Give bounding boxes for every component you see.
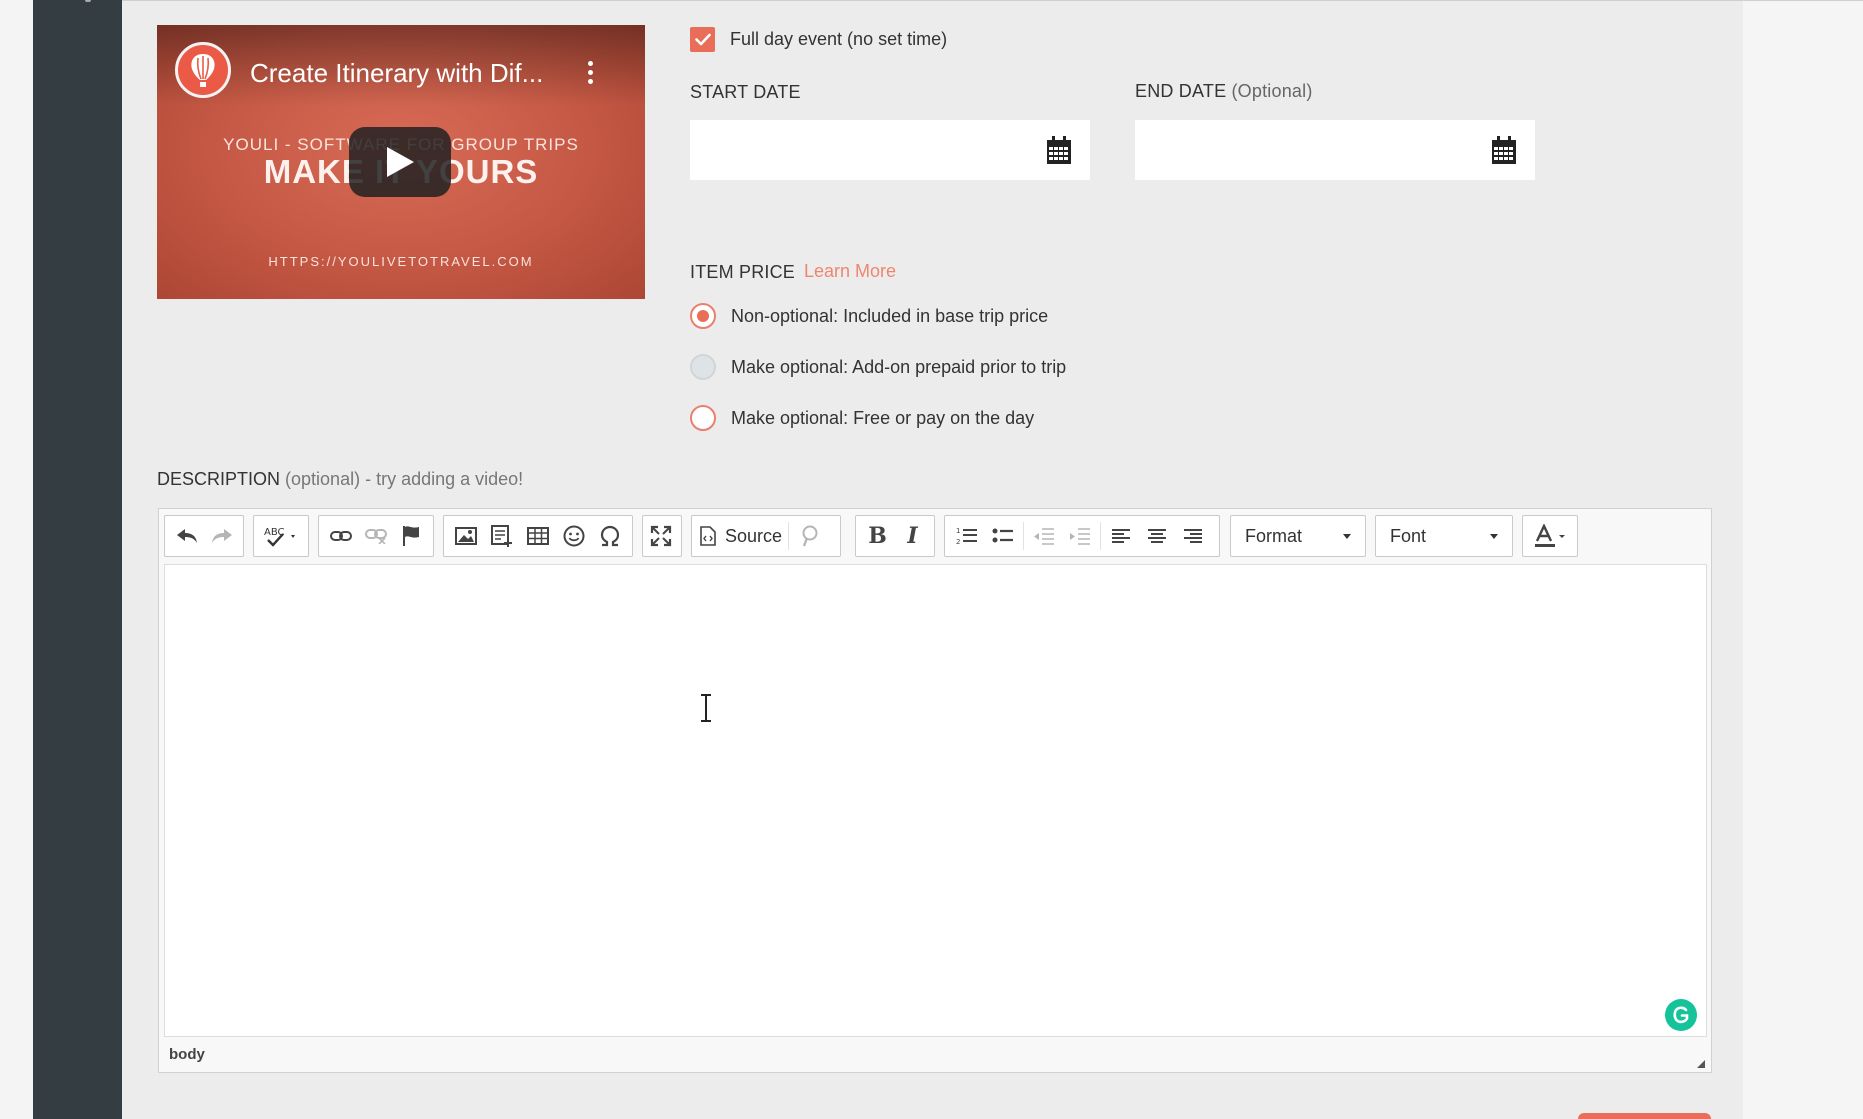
- learn-more-link[interactable]: Learn More: [804, 261, 896, 282]
- sidebar-handle: [85, 0, 91, 2]
- video-title[interactable]: Create Itinerary with Dif...: [250, 58, 543, 89]
- end-date-label-text: END DATE: [1135, 81, 1227, 101]
- full-day-checkbox[interactable]: [690, 27, 715, 52]
- source-label: Source: [725, 525, 783, 546]
- unlink-icon[interactable]: [358, 518, 393, 554]
- element-path[interactable]: body: [169, 1046, 205, 1063]
- calendar-icon[interactable]: [1046, 135, 1072, 165]
- font-dropdown[interactable]: Font: [1375, 515, 1513, 557]
- price-option-free-or-pay[interactable]: Make optional: Free or pay on the day: [690, 405, 1034, 431]
- description-label: DESCRIPTION (optional) - try adding a vi…: [157, 469, 523, 490]
- description-hint: (optional) - try adding a video!: [285, 469, 524, 489]
- spellcheck-icon[interactable]: ABC: [258, 518, 304, 554]
- left-sidebar: [33, 0, 122, 1119]
- full-day-toggle[interactable]: Full day event (no set time): [690, 27, 947, 52]
- format-dropdown[interactable]: Format: [1230, 515, 1366, 557]
- toolbar-group-basic-styles: B I: [855, 515, 935, 557]
- editor-content-area[interactable]: [164, 564, 1707, 1037]
- toolbar-separator: [1023, 522, 1024, 550]
- price-option-label: Non-optional: Included in base trip pric…: [731, 305, 1049, 326]
- align-center-icon[interactable]: [1139, 518, 1175, 554]
- toolbar-group-maximize: [642, 515, 682, 557]
- align-left-icon[interactable]: [1103, 518, 1139, 554]
- link-icon[interactable]: [323, 518, 358, 554]
- calendar-icon[interactable]: [1491, 135, 1517, 165]
- toolbar-group-source: Source: [691, 515, 841, 557]
- undo-icon[interactable]: [169, 518, 204, 554]
- special-character-icon[interactable]: [592, 518, 628, 554]
- right-gutter: [1743, 0, 1863, 1119]
- toolbar-group-history: [164, 515, 244, 557]
- start-date-input[interactable]: [690, 120, 1090, 180]
- format-dropdown-label: Format: [1245, 525, 1303, 546]
- toolbar-separator: [1100, 522, 1101, 550]
- video-more-icon[interactable]: [585, 61, 595, 91]
- rich-text-editor: ABC Source B I 1 2 Format Font body: [158, 508, 1712, 1073]
- start-date-label: START DATE: [690, 82, 801, 102]
- auto-format-icon[interactable]: [791, 518, 827, 554]
- svg-text:1: 1: [956, 527, 960, 535]
- toolbar-group-links: [318, 515, 434, 557]
- italic-icon[interactable]: I: [895, 518, 930, 554]
- align-right-icon[interactable]: [1175, 518, 1211, 554]
- toolbar-group-insert: [443, 515, 633, 557]
- save-button[interactable]: [1578, 1113, 1711, 1119]
- end-date-input[interactable]: [1135, 120, 1535, 180]
- maximize-icon[interactable]: [643, 518, 679, 554]
- svg-text:2: 2: [956, 538, 960, 546]
- toolbar-separator: [788, 522, 790, 550]
- item-price-label: ITEM PRICE: [690, 262, 796, 282]
- price-option-non-optional[interactable]: Non-optional: Included in base trip pric…: [690, 303, 1048, 329]
- price-option-label: Make optional: Add-on prepaid prior to t…: [731, 356, 1067, 377]
- description-label-text: DESCRIPTION: [157, 469, 281, 489]
- toolbar-group-spellcheck: ABC: [253, 515, 309, 557]
- anchor-flag-icon[interactable]: [394, 518, 429, 554]
- chevron-down-icon: [1490, 533, 1498, 539]
- radio-button[interactable]: [690, 354, 716, 380]
- radio-selected-dot: [697, 310, 709, 322]
- play-icon: [387, 147, 414, 177]
- full-day-label: Full day event (no set time): [730, 29, 948, 49]
- font-dropdown-label: Font: [1390, 525, 1427, 546]
- grammarly-icon[interactable]: [1665, 999, 1697, 1031]
- source-icon: [700, 526, 716, 546]
- channel-logo-icon[interactable]: [175, 42, 231, 98]
- resize-handle-icon[interactable]: [1697, 1060, 1705, 1068]
- indent-icon[interactable]: [1062, 518, 1098, 554]
- smiley-icon[interactable]: [556, 518, 592, 554]
- toolbar-group-paragraph: 12: [944, 515, 1220, 557]
- insert-template-icon[interactable]: [484, 518, 520, 554]
- video-url: HTTPS://YOULIVETOTRAVEL.COM: [268, 254, 534, 269]
- source-button[interactable]: Source: [696, 518, 786, 554]
- video-embed[interactable]: Create Itinerary with Dif... YOULI - SOF…: [157, 25, 645, 299]
- price-option-label: Make optional: Free or pay on the day: [731, 407, 1035, 428]
- bold-icon[interactable]: B: [860, 518, 895, 554]
- bulleted-list-icon[interactable]: [985, 518, 1021, 554]
- end-date-optional: (Optional): [1231, 81, 1313, 101]
- redo-icon[interactable]: [204, 518, 239, 554]
- outdent-icon[interactable]: [1026, 518, 1062, 554]
- numbered-list-icon[interactable]: 12: [949, 518, 985, 554]
- play-button[interactable]: [349, 127, 451, 197]
- radio-button[interactable]: [690, 303, 716, 329]
- end-date-label: END DATE (Optional): [1135, 81, 1313, 102]
- table-icon[interactable]: [520, 518, 556, 554]
- text-color-icon[interactable]: [1527, 518, 1573, 554]
- toolbar-group-colors: [1522, 515, 1578, 557]
- price-option-addon-prepaid[interactable]: Make optional: Add-on prepaid prior to t…: [690, 354, 1066, 380]
- check-icon: [694, 33, 711, 46]
- radio-button[interactable]: [690, 405, 716, 431]
- text-cursor-icon: [701, 694, 711, 722]
- image-icon[interactable]: [448, 518, 484, 554]
- chevron-down-icon: [1343, 533, 1351, 539]
